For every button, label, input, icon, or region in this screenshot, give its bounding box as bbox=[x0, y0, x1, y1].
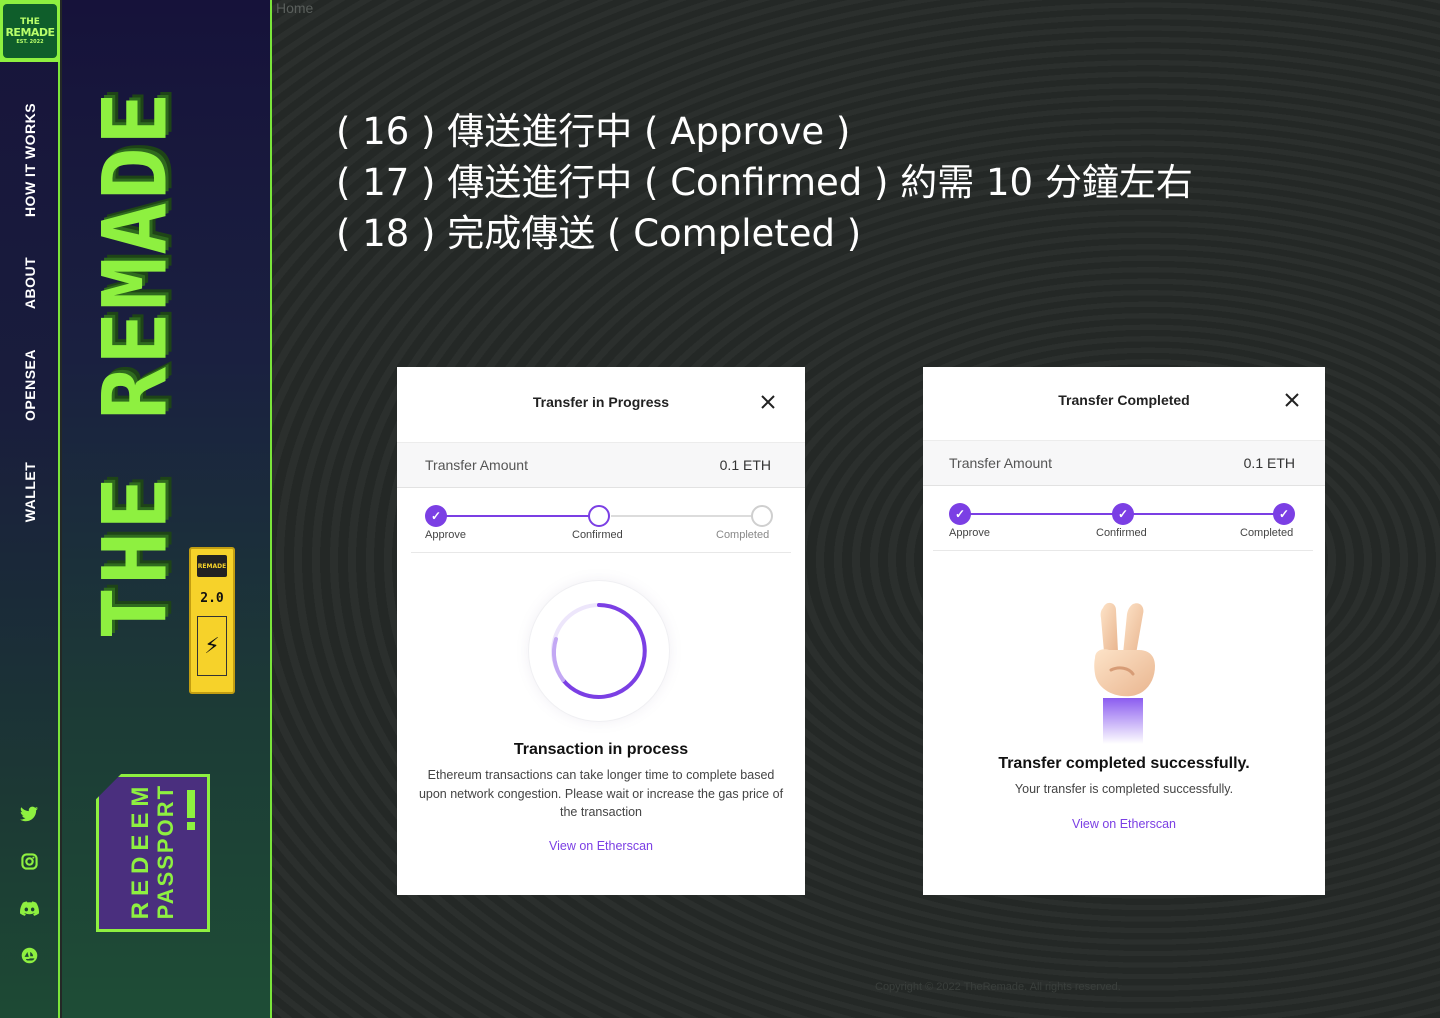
transfer-completed-modal: Transfer Completed Transfer Amount 0.1 E… bbox=[923, 367, 1325, 895]
transfer-amount-row: Transfer Amount 0.1 ETH bbox=[923, 440, 1325, 486]
site-logo[interactable]: THE REMADE EST. 2022 bbox=[0, 0, 60, 62]
copyright-text: Copyright © 2022 TheRemade. All rights r… bbox=[875, 981, 1121, 993]
modal-title: Transfer Completed bbox=[1058, 392, 1190, 408]
transfer-amount-label: Transfer Amount bbox=[949, 455, 1052, 471]
transaction-status-description: Ethereum transactions can take longer ti… bbox=[418, 768, 784, 819]
passport-card-version: 2.0 bbox=[200, 591, 224, 606]
redeem-label-line1: REDEEM bbox=[127, 780, 154, 920]
step-dot-pending bbox=[751, 505, 773, 527]
view-on-etherscan-link[interactable]: View on Etherscan bbox=[923, 817, 1325, 831]
logo-text-top: THE bbox=[20, 16, 40, 27]
step-progress: ✓ Approve Confirmed Completed bbox=[411, 491, 791, 553]
instruction-line: ( 17 ) 傳送進行中 ( Confirmed ) 約需 10 分鐘左右 bbox=[336, 161, 1193, 204]
passport-card-art-icon: ⚡ bbox=[197, 616, 227, 676]
instruction-line: ( 18 ) 完成傳送 ( Completed ) bbox=[336, 212, 862, 255]
step-label-completed: Completed bbox=[716, 529, 770, 541]
passport-card-image: REMADE 2.0 ⚡ bbox=[189, 547, 235, 694]
transfer-success-description: Your transfer is completed successfully. bbox=[1014, 782, 1234, 796]
left-nav: THE REMADE EST. 2022 HOW IT WORKS ABOUT … bbox=[0, 0, 60, 1018]
transfer-amount-label: Transfer Amount bbox=[425, 457, 528, 473]
step-progress: ✓ ✓ ✓ Approve Confirmed Completed bbox=[933, 489, 1313, 551]
breadcrumb-home[interactable]: Home bbox=[276, 0, 313, 16]
exclamation-icon bbox=[186, 790, 196, 838]
check-icon: ✓ bbox=[1273, 503, 1295, 525]
modal-title: Transfer in Progress bbox=[532, 394, 670, 410]
loading-spinner bbox=[529, 581, 669, 721]
opensea-icon[interactable] bbox=[18, 944, 40, 966]
logo-text-main: REMADE bbox=[5, 25, 55, 39]
instagram-icon[interactable] bbox=[18, 850, 40, 872]
step-label-completed: Completed bbox=[1240, 527, 1294, 539]
step-label-confirmed: Confirmed bbox=[572, 529, 623, 541]
nav-how-it-works[interactable]: HOW IT WORKS bbox=[22, 103, 38, 217]
transfer-amount-value: 0.1 ETH bbox=[1243, 455, 1295, 471]
logo-text-bottom: EST. 2022 bbox=[16, 38, 44, 45]
nav-wallet[interactable]: WALLET bbox=[22, 462, 38, 523]
transfer-amount-value: 0.1 ETH bbox=[719, 457, 771, 473]
step-label-confirmed: Confirmed bbox=[1096, 527, 1147, 539]
check-icon: ✓ bbox=[949, 503, 971, 525]
twitter-icon[interactable] bbox=[18, 803, 40, 825]
step-label-approve: Approve bbox=[425, 529, 466, 541]
view-on-etherscan-link[interactable]: View on Etherscan bbox=[397, 839, 805, 853]
transfer-amount-row: Transfer Amount 0.1 ETH bbox=[397, 442, 805, 488]
passport-card-logo: REMADE bbox=[197, 555, 227, 577]
logo-badge: THE REMADE EST. 2022 bbox=[3, 4, 57, 58]
transfer-progress-modal: Transfer in Progress Transfer Amount 0.1… bbox=[397, 367, 805, 895]
instruction-heading: ( 16 ) 傳送進行中 ( Approve ) ( 17 ) 傳送進行中 ( … bbox=[336, 106, 1193, 259]
instruction-line: ( 16 ) 傳送進行中 ( Approve ) bbox=[336, 110, 851, 153]
victory-hand-icon bbox=[1081, 600, 1161, 750]
transfer-success-heading: Transfer completed successfully. bbox=[998, 755, 1250, 772]
redeem-label-line2: PASSPORT bbox=[153, 783, 178, 920]
close-icon[interactable] bbox=[1282, 390, 1302, 410]
check-icon: ✓ bbox=[1112, 503, 1134, 525]
close-icon[interactable] bbox=[758, 392, 778, 412]
brand-wordmark: THE REMADE bbox=[83, 90, 187, 640]
check-icon: ✓ bbox=[425, 505, 447, 527]
transaction-status-heading: Transaction in process bbox=[513, 741, 689, 758]
step-line-pending bbox=[611, 515, 759, 517]
redeem-passport-label: REDEEM PASSPORT bbox=[127, 780, 178, 920]
step-dot-current bbox=[588, 505, 610, 527]
discord-icon[interactable] bbox=[18, 897, 40, 919]
nav-opensea[interactable]: OPENSEA bbox=[22, 349, 38, 421]
step-label-approve: Approve bbox=[949, 527, 990, 539]
step-line-active bbox=[439, 515, 589, 517]
nav-about[interactable]: ABOUT bbox=[22, 257, 38, 309]
